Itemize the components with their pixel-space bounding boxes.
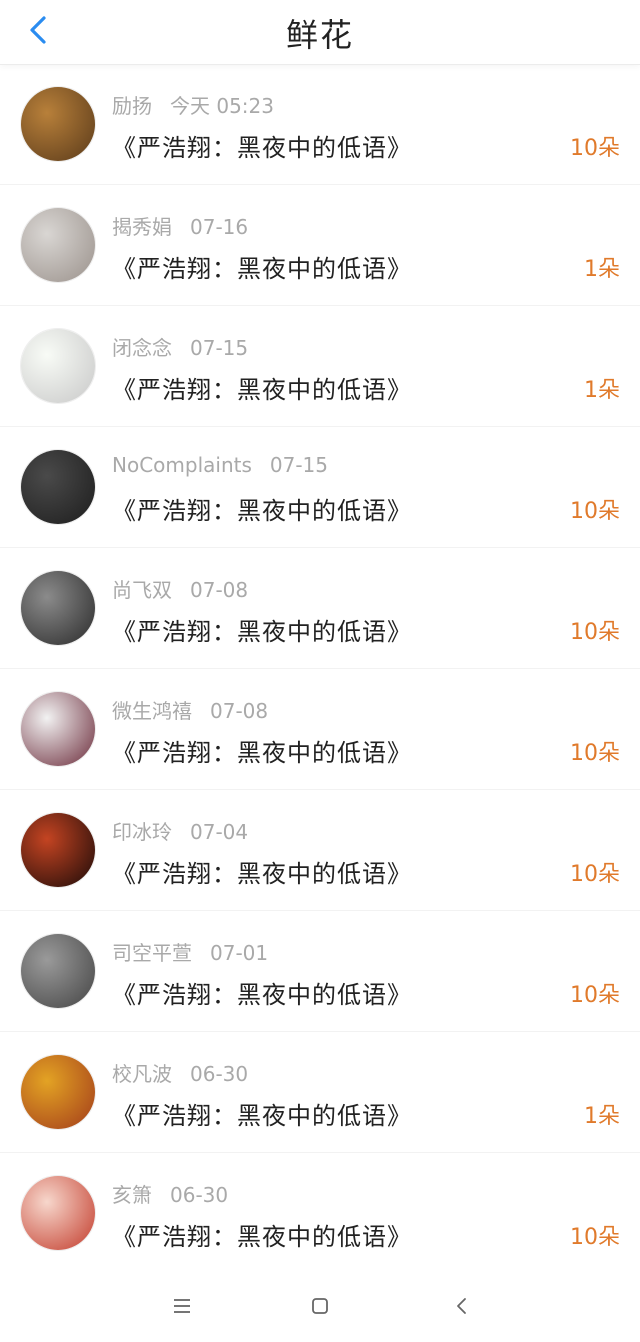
book-title[interactable]: 《严浩翔：黑夜中的低语》 [112, 975, 412, 1010]
list-item[interactable]: 微生鸿禧 07-08 《严浩翔：黑夜中的低语》 10朵 [0, 669, 640, 790]
avatar[interactable] [20, 812, 96, 888]
timestamp: 今天 05:23 [170, 94, 274, 118]
user-name: 校凡波 [112, 1062, 172, 1086]
timestamp: 07-01 [210, 941, 269, 965]
list-item[interactable]: NoComplaints 07-15 《严浩翔：黑夜中的低语》 10朵 [0, 427, 640, 548]
book-title[interactable]: 《严浩翔：黑夜中的低语》 [112, 1096, 412, 1131]
menu-button[interactable] [162, 1288, 202, 1324]
avatar-image [21, 813, 95, 887]
flower-count: 10朵 [570, 620, 620, 645]
timestamp: 07-08 [210, 699, 269, 723]
flower-count: 1朵 [584, 378, 620, 403]
list-item[interactable]: 揭秀娟 07-16 《严浩翔：黑夜中的低语》 1朵 [0, 185, 640, 306]
book-title[interactable]: 《严浩翔：黑夜中的低语》 [112, 249, 412, 284]
list-item[interactable]: 尚飞双 07-08 《严浩翔：黑夜中的低语》 10朵 [0, 548, 640, 669]
list-item[interactable]: 印冰玲 07-04 《严浩翔：黑夜中的低语》 10朵 [0, 790, 640, 911]
square-icon [312, 1298, 328, 1314]
timestamp: 07-15 [269, 453, 329, 477]
user-meta: 亥箫 06-30 [112, 1179, 228, 1208]
flower-count: 10朵 [570, 499, 620, 524]
avatar[interactable] [20, 570, 96, 646]
timestamp: 06-30 [190, 1062, 249, 1086]
avatar[interactable] [20, 691, 96, 767]
user-name: 印冰玲 [112, 820, 172, 844]
avatar[interactable] [20, 449, 96, 525]
book-title[interactable]: 《严浩翔：黑夜中的低语》 [112, 370, 412, 405]
user-meta: 揭秀娟 07-16 [112, 211, 248, 240]
flower-count: 1朵 [584, 257, 620, 282]
avatar-image [21, 329, 95, 403]
timestamp: 07-08 [190, 578, 249, 602]
flower-count: 10朵 [570, 741, 620, 766]
user-name: 微生鸿禧 [112, 699, 192, 723]
avatar[interactable] [20, 933, 96, 1009]
user-meta: 司空平萱 07-01 [112, 937, 268, 966]
chevron-left-icon [457, 1298, 466, 1314]
avatar-image [21, 1176, 95, 1250]
flower-count: 10朵 [570, 862, 620, 887]
user-name: 司空平萱 [112, 941, 192, 965]
page-title: 鲜花 [285, 16, 354, 54]
timestamp: 07-16 [190, 215, 249, 239]
user-name: 揭秀娟 [112, 215, 172, 239]
flower-record-list: 励扬 今天 05:23 《严浩翔：黑夜中的低语》 10朵 揭秀娟 07-16 《严浩翔：黑夜… [0, 64, 640, 1274]
avatar[interactable] [20, 1054, 96, 1130]
user-name: 尚飞双 [112, 578, 172, 602]
avatar-image [21, 571, 95, 645]
timestamp: 07-15 [190, 336, 249, 360]
user-meta: 闭念念 07-15 [112, 332, 248, 361]
system-nav-bar [0, 1270, 640, 1342]
avatar-image [21, 208, 95, 282]
list-item[interactable]: 司空平萱 07-01 《严浩翔：黑夜中的低语》 10朵 [0, 911, 640, 1032]
avatar-image [21, 692, 95, 766]
avatar[interactable] [20, 328, 96, 404]
home-button[interactable] [300, 1288, 340, 1324]
user-name: 励扬 [112, 94, 152, 118]
flower-count: 10朵 [570, 136, 620, 161]
flower-count: 10朵 [570, 983, 620, 1008]
user-meta: 印冰玲 07-04 [112, 816, 248, 845]
avatar-image [21, 87, 95, 161]
timestamp: 07-04 [190, 820, 249, 844]
book-title[interactable]: 《严浩翔：黑夜中的低语》 [112, 854, 412, 889]
user-name: NoComplaints [112, 453, 252, 477]
avatar-image [21, 934, 95, 1008]
user-meta: 励扬 今天 05:23 [112, 90, 274, 119]
user-meta: 尚飞双 07-08 [112, 574, 248, 603]
user-meta: 校凡波 06-30 [112, 1058, 248, 1087]
app-header: 鲜花 [0, 0, 640, 65]
avatar-image [21, 450, 95, 524]
book-title[interactable]: 《严浩翔：黑夜中的低语》 [112, 1217, 412, 1252]
timestamp: 06-30 [170, 1183, 229, 1207]
avatar[interactable] [20, 86, 96, 162]
user-meta: NoComplaints 07-15 [112, 453, 328, 477]
list-item[interactable]: 闭念念 07-15 《严浩翔：黑夜中的低语》 1朵 [0, 306, 640, 427]
list-item[interactable]: 校凡波 06-30 《严浩翔：黑夜中的低语》 1朵 [0, 1032, 640, 1153]
avatar[interactable] [20, 1175, 96, 1251]
avatar-image [21, 1055, 95, 1129]
book-title[interactable]: 《严浩翔：黑夜中的低语》 [112, 612, 412, 647]
list-item[interactable]: 亥箫 06-30 《严浩翔：黑夜中的低语》 10朵 [0, 1153, 640, 1274]
user-name: 闭念念 [112, 336, 172, 360]
book-title[interactable]: 《严浩翔：黑夜中的低语》 [112, 491, 412, 526]
avatar[interactable] [20, 207, 96, 283]
flower-count: 1朵 [584, 1104, 620, 1129]
list-item[interactable]: 励扬 今天 05:23 《严浩翔：黑夜中的低语》 10朵 [0, 64, 640, 185]
user-name: 亥箫 [112, 1183, 152, 1207]
book-title[interactable]: 《严浩翔：黑夜中的低语》 [112, 128, 412, 163]
back-nav-button[interactable] [442, 1288, 482, 1324]
menu-icon [174, 1299, 190, 1313]
book-title[interactable]: 《严浩翔：黑夜中的低语》 [112, 733, 412, 768]
flower-count: 10朵 [570, 1225, 620, 1250]
user-meta: 微生鸿禧 07-08 [112, 695, 268, 724]
